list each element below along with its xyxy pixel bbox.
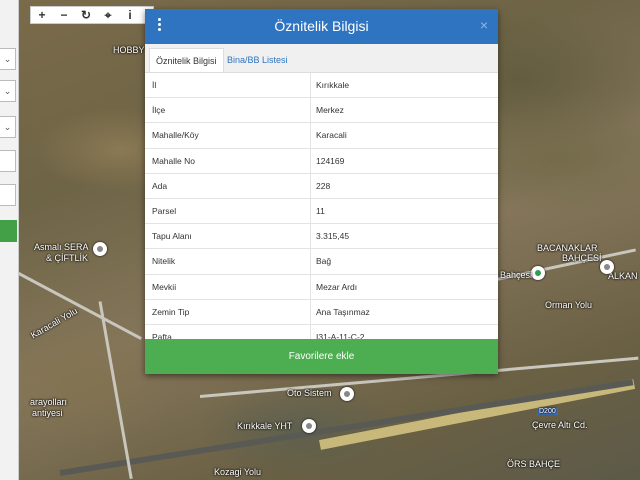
map-label-ciftlik: & ÇİFTLİK: [46, 253, 89, 263]
panel-dropdown[interactable]: ⌄: [0, 80, 16, 102]
table-row: Nitelik Bağ: [145, 249, 498, 275]
map-road: [0, 262, 142, 340]
plus-icon[interactable]: +: [31, 7, 53, 23]
table-row: Mevkii Mezar Ardı: [145, 274, 498, 300]
train-station-icon[interactable]: [302, 419, 316, 433]
map-label-karayollari: arayolları: [30, 397, 68, 407]
place-pin-icon[interactable]: [93, 242, 107, 256]
table-row: Mahalle No 124169: [145, 148, 498, 174]
panel-field[interactable]: [0, 184, 16, 206]
map-label-karacali-yolu: Karacali Yolu: [28, 305, 80, 341]
table-row: Tapu Alanı 3.315,45: [145, 224, 498, 250]
close-icon[interactable]: ×: [480, 17, 488, 33]
panel-action-button[interactable]: [0, 220, 17, 242]
map-label-bahcesi-partial: Bahçesi: [500, 270, 533, 280]
info-icon[interactable]: i: [119, 7, 141, 23]
attribute-dialog: Öznitelik Bilgisi × Öznitelik Bilgisi Bi…: [145, 9, 498, 374]
row-key: Mahalle/Köy: [145, 123, 311, 148]
row-value: Karacali: [316, 130, 347, 141]
row-key: Ada: [145, 173, 311, 198]
map-label-road-number: D200: [537, 408, 558, 415]
row-value: Merkez: [316, 105, 344, 116]
map-label-ors-bahce: ÖRS BAHÇE: [507, 459, 561, 469]
add-favorite-button[interactable]: Favorilere ekle: [145, 339, 498, 374]
row-key: İlçe: [145, 98, 311, 123]
map-label-bacanaklar: BACANAKLAR: [537, 243, 598, 253]
place-pin-icon[interactable]: [600, 260, 614, 274]
table-row: İl Kırıkkale: [145, 73, 498, 99]
panel-dropdown[interactable]: ⌄: [0, 116, 16, 138]
map-label-orman-yolu: Orman Yolu: [545, 300, 593, 310]
row-value: 228: [316, 180, 331, 191]
map-label-oto-sistem: Oto Sistem: [287, 388, 332, 398]
map-label-cevre-alti: Çevre Altı Cd.: [532, 420, 588, 430]
row-value: Mezar Ardı: [316, 281, 358, 292]
dialog-header: Öznitelik Bilgisi ×: [145, 9, 498, 44]
tab-attribute-info[interactable]: Öznitelik Bilgisi: [149, 48, 224, 72]
attribute-table: İl Kırıkkale İlçe Merkez Mahalle/Köy Karaca…: [145, 73, 498, 351]
row-key: Parsel: [145, 198, 311, 224]
table-row: İlçe Merkez: [145, 98, 498, 124]
dialog-tabs: Öznitelik Bilgisi Bina/BB Listesi: [145, 44, 498, 73]
row-value: 124169: [316, 155, 345, 166]
row-value: 11: [316, 206, 325, 217]
place-pin-icon[interactable]: [340, 387, 354, 401]
dialog-title: Öznitelik Bilgisi: [274, 18, 369, 34]
locate-icon[interactable]: ⌖: [97, 7, 119, 23]
garden-pin-icon[interactable]: [531, 266, 545, 280]
map-label-kozagi: Kozagi Yolu: [214, 467, 262, 477]
row-value: 3.315,45: [316, 231, 350, 242]
map-label-bahcesi: BAHÇESİ: [562, 253, 602, 263]
tab-building-list[interactable]: Bina/BB Listesi: [221, 48, 294, 72]
row-value: Kırıkkale: [316, 80, 350, 91]
row-key: Tapu Alanı: [145, 224, 311, 249]
row-key: İl: [145, 73, 311, 98]
left-side-panel: ⌄ ⌄ ⌄: [0, 0, 19, 480]
row-value: Ana Taşınmaz: [316, 306, 370, 317]
map-label-alkan: ALKAN: [608, 271, 638, 281]
table-row: Mahalle/Köy Karacali: [145, 123, 498, 149]
row-key: Mevkii: [145, 274, 311, 299]
table-row: Parsel 11: [145, 198, 498, 225]
map-road: [98, 301, 133, 480]
table-row: Zemin Tip Ana Taşınmaz: [145, 299, 498, 325]
minus-icon[interactable]: −: [53, 7, 75, 23]
row-key: Mahalle No: [145, 148, 311, 173]
table-row: Ada 228: [145, 173, 498, 199]
row-value: Bağ: [316, 256, 332, 267]
map-toolbar: + − ↻ ⌖ i: [30, 6, 154, 24]
row-key: Nitelik: [145, 249, 311, 274]
panel-field[interactable]: [0, 150, 16, 172]
refresh-icon[interactable]: ↻: [75, 7, 97, 23]
row-key: Zemin Tip: [145, 299, 311, 324]
map-label-kirikkale-yht: Kırıkkale YHT: [237, 421, 293, 431]
panel-dropdown[interactable]: ⌄: [0, 48, 16, 70]
map-label-santiyesi: antiyesi: [32, 408, 63, 418]
map-label-asmali: Asmalı SERA: [34, 242, 89, 252]
